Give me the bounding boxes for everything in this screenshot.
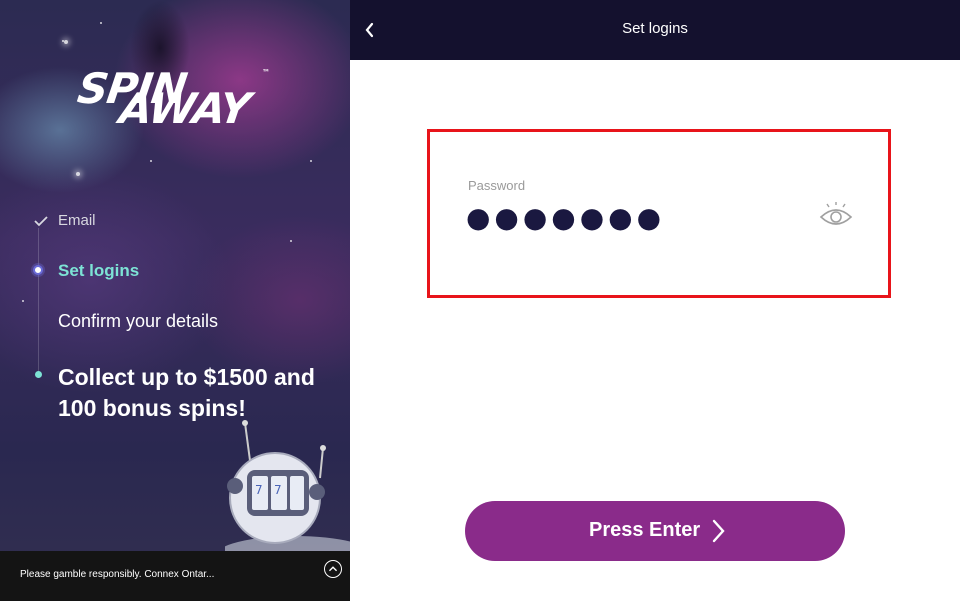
chevron-up-icon[interactable] <box>324 560 342 578</box>
password-field-container: Password <box>427 129 891 298</box>
press-enter-label: Press Enter <box>589 519 701 541</box>
step-set-logins: Set logins <box>58 261 140 280</box>
svg-text:7: 7 <box>274 483 282 497</box>
check-icon <box>34 216 48 227</box>
password-input[interactable] <box>466 202 766 232</box>
password-label: Password <box>468 178 526 193</box>
svg-text:7: 7 <box>255 483 263 497</box>
page-title: Set logins <box>622 20 688 37</box>
eye-icon[interactable] <box>818 202 854 232</box>
header-bar: Set logins <box>350 0 960 60</box>
sidebar: SPIN AWAY ™ Email Set logins Confirm you… <box>0 0 350 601</box>
press-enter-button[interactable]: Press Enter <box>465 501 845 561</box>
step-email: Email <box>58 212 96 229</box>
astronaut-robot-illustration: 7 7 <box>225 420 350 558</box>
step-confirm-details: Confirm your details <box>58 311 219 331</box>
responsible-gambling-text: Please gamble responsibly. Connex Ontar.… <box>20 569 215 580</box>
reward-step-dot <box>35 371 42 378</box>
step-bonus-reward: Collect up to $1500 and 100 bonus spins! <box>58 364 315 421</box>
responsible-gambling-bar: Please gamble responsibly. Connex Ontar.… <box>0 551 350 601</box>
active-step-dot <box>33 265 43 275</box>
chevron-right-icon <box>712 519 725 543</box>
steps-connector-line <box>38 228 39 376</box>
